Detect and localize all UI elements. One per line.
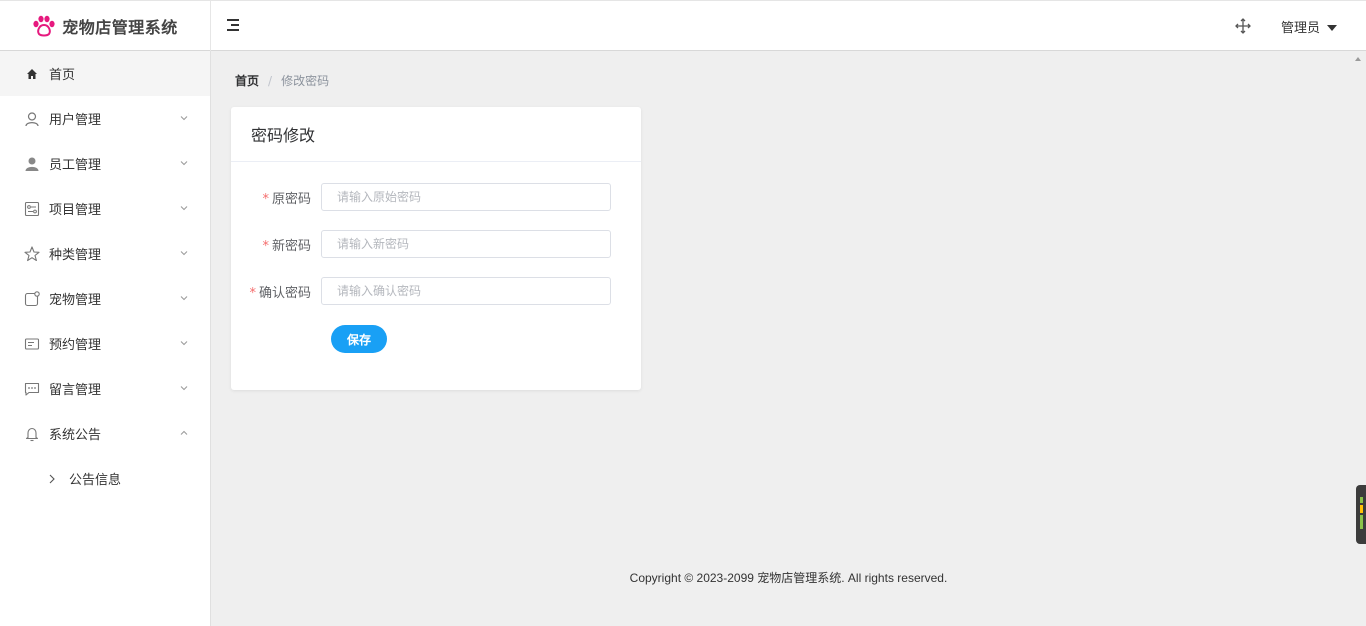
required-mark: * bbox=[262, 191, 269, 207]
sidebar-item-label: 留言管理 bbox=[49, 383, 102, 398]
sidebar-item-label: 宠物管理 bbox=[49, 293, 102, 308]
sidebar-item-label: 预约管理 bbox=[49, 338, 102, 353]
card-title: 密码修改 bbox=[231, 107, 641, 162]
chevron-down-icon bbox=[180, 341, 188, 346]
sidebar-item-label: 系统公告 bbox=[49, 428, 102, 443]
old-password-label: * 原密码 bbox=[262, 191, 311, 207]
new-password-label: * 新密码 bbox=[262, 238, 311, 254]
confirm-password-label: * 确认密码 bbox=[249, 285, 311, 301]
sidebar-subitem-notice-info[interactable]: 公告信息 bbox=[0, 456, 210, 501]
chevron-down-icon bbox=[180, 296, 188, 301]
project-icon bbox=[24, 201, 40, 217]
chevron-down-icon bbox=[180, 116, 188, 121]
sidebar-item-user-management[interactable]: 用户管理 bbox=[0, 96, 210, 141]
breadcrumb-separator: / bbox=[268, 73, 273, 88]
required-mark: * bbox=[249, 285, 256, 301]
staff-icon bbox=[24, 156, 40, 172]
required-mark: * bbox=[262, 238, 269, 254]
sidebar-item-message-management[interactable]: 留言管理 bbox=[0, 366, 210, 411]
form-row-confirm-password: * 确认密码 bbox=[231, 277, 641, 305]
form-row-old-password: * 原密码 bbox=[231, 183, 641, 211]
sidebar-item-reservation-management[interactable]: 预约管理 bbox=[0, 321, 210, 366]
caret-down-icon bbox=[1327, 24, 1338, 31]
user-icon bbox=[24, 111, 40, 127]
breadcrumb-home[interactable]: 首页 bbox=[235, 72, 259, 89]
chat-icon bbox=[24, 381, 40, 397]
sidebar-item-pet-management[interactable]: 宠物管理 bbox=[0, 276, 210, 321]
sidebar-subitem-label: 公告信息 bbox=[69, 473, 122, 488]
chevron-down-icon bbox=[180, 251, 188, 256]
chevron-down-icon bbox=[180, 206, 188, 211]
bell-icon bbox=[24, 426, 40, 442]
home-icon bbox=[24, 66, 40, 82]
save-button[interactable]: 保存 bbox=[331, 325, 387, 353]
pet-icon bbox=[24, 290, 40, 307]
sidebar-item-label: 用户管理 bbox=[49, 113, 102, 128]
menu-toggle-icon[interactable] bbox=[227, 19, 241, 31]
footer-copyright: Copyright © 2023-2099 宠物店管理系统. All right… bbox=[629, 571, 948, 585]
reservation-icon bbox=[24, 336, 40, 352]
side-widget[interactable] bbox=[1356, 485, 1366, 544]
chevron-up-icon bbox=[180, 430, 188, 435]
sidebar-item-project-management[interactable]: 项目管理 bbox=[0, 186, 210, 231]
app-title: 宠物店管理系统 bbox=[62, 18, 178, 37]
top-header: 宠物店管理系统 管理员 bbox=[0, 0, 1366, 51]
paw-logo-icon bbox=[33, 15, 55, 37]
breadcrumb: 首页 / 修改密码 bbox=[235, 72, 329, 89]
chevron-down-icon bbox=[180, 161, 188, 166]
breadcrumb-current: 修改密码 bbox=[281, 74, 330, 88]
sidebar-item-category-management[interactable]: 种类管理 bbox=[0, 231, 210, 276]
user-name: 管理员 bbox=[1281, 21, 1321, 36]
scroll-up-arrow-icon[interactable] bbox=[1355, 57, 1361, 61]
new-password-input[interactable] bbox=[321, 230, 611, 258]
password-change-card: 密码修改 * 原密码 * 新密码 * 确认密码 保存 bbox=[231, 107, 641, 390]
sidebar-item-staff-management[interactable]: 员工管理 bbox=[0, 141, 210, 186]
user-menu[interactable]: 管理员 bbox=[1281, 17, 1338, 36]
chevron-right-icon bbox=[49, 474, 55, 483]
old-password-input[interactable] bbox=[321, 183, 611, 211]
star-icon bbox=[24, 245, 40, 262]
fullscreen-icon[interactable] bbox=[1235, 18, 1251, 34]
sidebar-item-system-notice[interactable]: 系统公告 bbox=[0, 411, 210, 456]
confirm-password-input[interactable] bbox=[321, 277, 611, 305]
form-row-new-password: * 新密码 bbox=[231, 230, 641, 258]
sidebar-item-home[interactable]: 首页 bbox=[0, 51, 210, 96]
sidebar-item-label: 种类管理 bbox=[49, 248, 102, 263]
sidebar-item-label: 首页 bbox=[49, 68, 76, 83]
sidebar-item-label: 项目管理 bbox=[49, 203, 102, 218]
logo[interactable]: 宠物店管理系统 bbox=[0, 1, 211, 51]
sidebar: 首页 用户管理 员工管理 项目管理 种类管理 宠物管理 预约管理 留言管理 系统… bbox=[0, 51, 211, 626]
sidebar-item-label: 员工管理 bbox=[49, 158, 102, 173]
chevron-down-icon bbox=[180, 386, 188, 391]
